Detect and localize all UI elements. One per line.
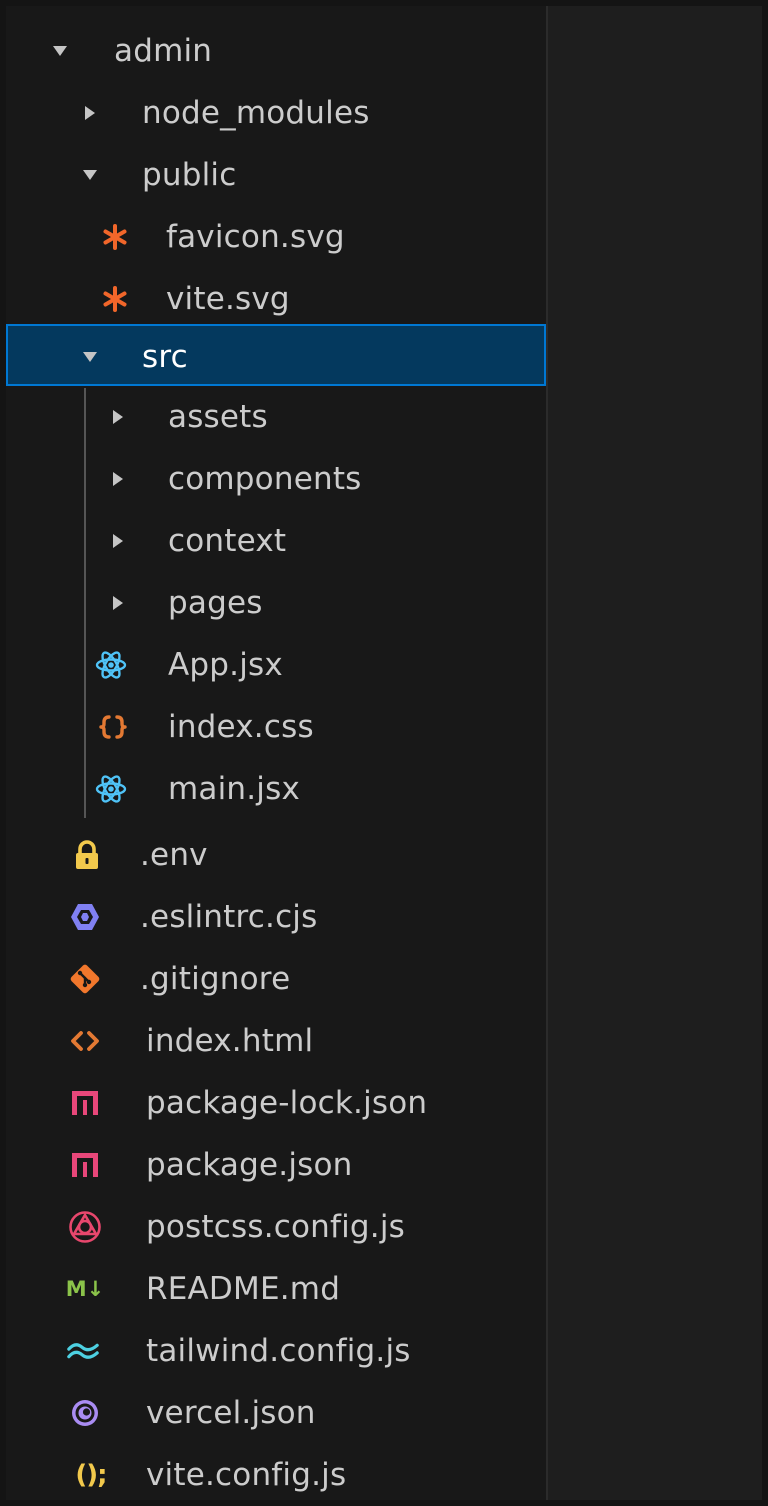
file-label: favicon.svg (166, 219, 345, 255)
file-label: tailwind.config.js (146, 1333, 411, 1369)
folder-label: pages (168, 585, 263, 621)
react-icon (94, 634, 128, 696)
file-app-jsx[interactable]: App.jsx (6, 634, 546, 696)
file-explorer: admin node_modules public favicon.svg vi… (6, 6, 548, 1500)
file-vercel-json[interactable]: vercel.json (6, 1382, 546, 1444)
file-label: vite.svg (166, 281, 290, 317)
file-favicon-svg[interactable]: favicon.svg (6, 206, 546, 268)
folder-src[interactable]: src (6, 324, 546, 386)
eslint-icon (68, 886, 102, 948)
react-icon (94, 758, 128, 820)
folder-label: context (168, 523, 287, 559)
file-label: index.css (168, 709, 314, 745)
file-package-lock-json[interactable]: package-lock.json (6, 1072, 546, 1134)
file-label: main.jsx (168, 771, 301, 807)
html-icon (68, 1010, 102, 1072)
file-main-jsx[interactable]: main.jsx (6, 758, 546, 820)
folder-pages[interactable]: pages (6, 572, 546, 634)
npm-icon (68, 1072, 102, 1134)
postcss-icon (68, 1196, 102, 1258)
folder-public[interactable]: public (6, 144, 546, 206)
js-config-icon: (); (68, 1444, 114, 1500)
tailwind-icon (66, 1320, 100, 1382)
file-env[interactable]: .env (6, 824, 546, 886)
chevron-down-icon (78, 326, 102, 388)
folder-label: components (168, 461, 362, 497)
file-label: vite.config.js (146, 1457, 347, 1493)
chevron-right-icon (106, 510, 130, 572)
file-tailwind-config[interactable]: tailwind.config.js (6, 1320, 546, 1382)
file-label: postcss.config.js (146, 1209, 406, 1245)
folder-node-modules[interactable]: node_modules (6, 82, 546, 144)
git-icon (68, 948, 102, 1010)
file-label: .env (140, 837, 208, 873)
folder-assets[interactable]: assets (6, 386, 546, 448)
file-vite-svg[interactable]: vite.svg (6, 268, 546, 330)
file-postcss-config[interactable]: postcss.config.js (6, 1196, 546, 1258)
svg-asterisk-icon (98, 268, 132, 330)
file-label: README.md (146, 1271, 341, 1307)
file-index-css[interactable]: index.css (6, 696, 546, 758)
editor-area (548, 6, 762, 1500)
file-label: index.html (146, 1023, 314, 1059)
folder-label: node_modules (142, 95, 370, 131)
file-label: package.json (146, 1147, 353, 1183)
markdown-icon: M↓ (65, 1258, 105, 1320)
npm-icon (68, 1134, 102, 1196)
folder-components[interactable]: components (6, 448, 546, 510)
file-index-html[interactable]: index.html (6, 1010, 546, 1072)
file-label: vercel.json (146, 1395, 316, 1431)
chevron-right-icon (106, 572, 130, 634)
file-eslintrc[interactable]: .eslintrc.cjs (6, 886, 546, 948)
folder-label: public (142, 157, 237, 193)
svg-asterisk-icon (98, 206, 132, 268)
folder-admin[interactable]: admin (6, 20, 546, 82)
vercel-icon (68, 1382, 102, 1444)
file-vite-config[interactable]: (); vite.config.js (6, 1444, 546, 1500)
css-braces-icon (96, 696, 130, 758)
file-label: .eslintrc.cjs (140, 899, 318, 935)
folder-label: src (142, 339, 188, 375)
file-gitignore[interactable]: .gitignore (6, 948, 546, 1010)
file-label: App.jsx (168, 647, 283, 683)
chevron-right-icon (106, 448, 130, 510)
file-label: package-lock.json (146, 1085, 428, 1121)
lock-icon (70, 824, 104, 886)
chevron-down-icon (48, 20, 72, 82)
chevron-down-icon (78, 144, 102, 206)
folder-label: admin (114, 33, 213, 69)
chevron-right-icon (106, 386, 130, 448)
chevron-right-icon (78, 82, 102, 144)
file-readme[interactable]: M↓ README.md (6, 1258, 546, 1320)
markdown-glyph: M↓ (65, 1277, 105, 1301)
file-package-json[interactable]: package.json (6, 1134, 546, 1196)
folder-label: assets (168, 399, 268, 435)
js-config-glyph: (); (75, 1460, 107, 1490)
file-label: .gitignore (140, 961, 291, 997)
folder-context[interactable]: context (6, 510, 546, 572)
